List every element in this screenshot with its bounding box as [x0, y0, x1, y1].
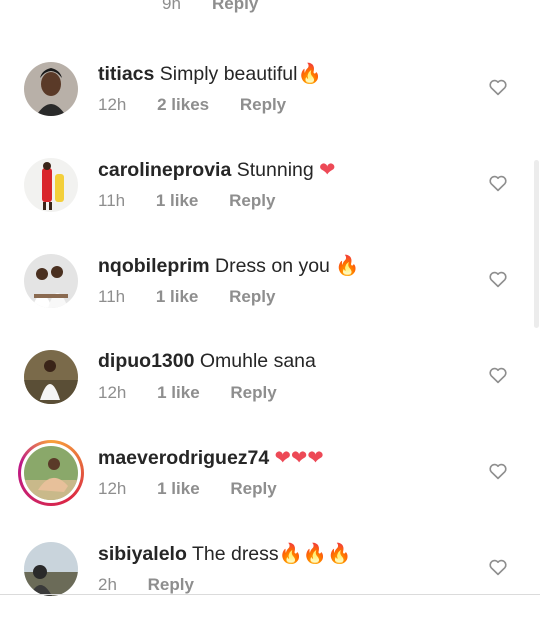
comment-username[interactable]: sibiyalelo [98, 543, 187, 565]
comment-text: Simply beautiful [159, 63, 298, 85]
scrollbar[interactable] [534, 160, 539, 328]
fire-emoji: 🔥 [335, 255, 360, 277]
heart-outline-icon[interactable] [488, 366, 508, 384]
reply-button[interactable]: Reply [230, 479, 276, 499]
comment-body: maeverodriguez74 ❤❤❤ [98, 446, 324, 470]
likes-count[interactable]: 1 like [157, 383, 200, 403]
heart-outline-icon[interactable] [488, 462, 508, 480]
reply-button[interactable]: Reply [229, 287, 275, 307]
avatar[interactable] [24, 446, 78, 500]
heart-outline-icon[interactable] [488, 78, 508, 96]
likes-count[interactable]: 1 like [156, 191, 199, 211]
likes-count[interactable]: 2 likes [157, 95, 209, 115]
comment-time: 12h [98, 383, 127, 402]
comment-item: sibiyalelo The dress🔥🔥🔥 2h Reply [0, 542, 540, 638]
comment-text: Stunning [236, 159, 314, 181]
comment-time: 12h [98, 479, 127, 498]
comment-meta: 12h 2 likes Reply [98, 95, 286, 115]
comment-item: maeverodriguez74 ❤❤❤ 12h 1 like Reply [0, 440, 540, 542]
comment-meta: 12h 1 like Reply [98, 479, 277, 499]
likes-count[interactable]: 1 like [157, 479, 200, 499]
avatar[interactable] [24, 542, 78, 596]
comment-username[interactable]: carolineprovia [98, 159, 231, 181]
heart-outline-icon[interactable] [488, 558, 508, 576]
heart-emoji: ❤❤❤ [274, 447, 324, 469]
comment-body: titiacs Simply beautiful🔥 [98, 62, 322, 86]
comment-time: 2h [98, 575, 117, 594]
likes-count[interactable]: 1 like [156, 287, 199, 307]
comment-body: sibiyalelo The dress🔥🔥🔥 [98, 542, 352, 566]
reply-button[interactable]: Reply [212, 0, 258, 14]
comment-time: 12h [98, 95, 127, 114]
comment-item: titiacs Simply beautiful🔥 12h 2 likes Re… [0, 62, 540, 158]
comment-item: carolineprovia Stunning ❤ 11h 1 like Rep… [0, 158, 540, 254]
comment-body: carolineprovia Stunning ❤ [98, 158, 335, 182]
heart-emoji: ❤ [319, 159, 336, 181]
comment-meta: 11h 1 like Reply [98, 287, 275, 307]
comment-time: 11h [98, 287, 126, 306]
comment-meta: 12h 1 like Reply [98, 383, 277, 403]
comment-username[interactable]: titiacs [98, 63, 154, 85]
comment-username[interactable]: maeverodriguez74 [98, 447, 269, 469]
reply-button[interactable]: Reply [148, 575, 194, 595]
avatar[interactable] [24, 62, 78, 116]
reply-button[interactable]: Reply [230, 383, 276, 403]
comment-time: 9h [162, 0, 181, 13]
heart-outline-icon[interactable] [488, 174, 508, 192]
comment-body: nqobileprim Dress on you 🔥 [98, 254, 360, 278]
comment-item: nqobileprim Dress on you 🔥 11h 1 like Re… [0, 254, 540, 350]
comment-meta: 2h Reply [98, 575, 194, 595]
comment-meta: 11h 1 like Reply [98, 191, 275, 211]
comment-body: dipuo1300 Omuhle sana [98, 350, 316, 373]
previous-comment-meta: 9h Reply [0, 0, 540, 24]
fire-emoji: 🔥 [297, 63, 322, 85]
avatar[interactable] [24, 158, 78, 212]
bottom-divider [0, 594, 540, 595]
comment-item: dipuo1300 Omuhle sana 12h 1 like Reply [0, 350, 540, 446]
comment-time: 11h [98, 191, 126, 210]
reply-button[interactable]: Reply [229, 191, 275, 211]
reply-button[interactable]: Reply [240, 95, 286, 115]
comment-username[interactable]: nqobileprim [98, 255, 210, 277]
comment-username[interactable]: dipuo1300 [98, 350, 194, 372]
heart-outline-icon[interactable] [488, 270, 508, 288]
comment-text: Omuhle sana [199, 350, 316, 372]
fire-emoji: 🔥🔥🔥 [278, 543, 352, 565]
comment-text: The dress [191, 543, 279, 565]
comment-text: Dress on you [215, 255, 330, 277]
avatar[interactable] [24, 254, 78, 308]
avatar[interactable] [24, 350, 78, 404]
